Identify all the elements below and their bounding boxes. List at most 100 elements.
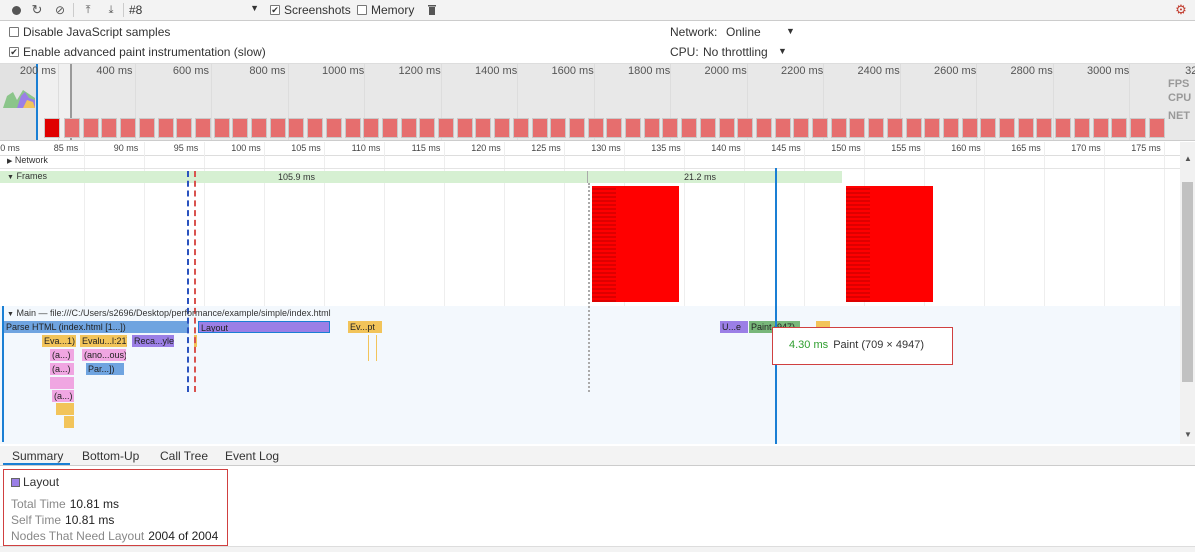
screenshot-thumbnail[interactable] [846,186,933,302]
memory-checkbox[interactable] [357,5,367,15]
evaluate-script-event[interactable]: Eva...1) [42,335,76,347]
advanced-paint-checkbox[interactable]: ✔ [9,47,19,57]
overview-frame-bar[interactable] [812,118,828,138]
screenshots-checkbox[interactable]: ✔ [270,5,280,15]
overview-frame-bar[interactable] [886,118,903,138]
overview-frame-bar[interactable] [718,118,735,138]
overview-frame-bar[interactable] [774,118,791,138]
overview-frame-bar[interactable] [64,118,80,138]
disable-js-checkbox[interactable] [9,27,19,37]
trash-icon[interactable] [425,3,439,17]
function-call-event[interactable] [50,377,74,389]
overview-frame-bar[interactable] [232,118,249,138]
overview-frame-bar[interactable] [1148,118,1165,138]
overview-frame-bar[interactable] [400,118,417,138]
function-call-event[interactable]: (a...) [52,390,74,402]
overview-frame-bar[interactable] [550,118,567,138]
frame-bar[interactable]: 105.9 ms [0,171,588,183]
overview-frame-bar[interactable] [924,118,941,138]
recording-select[interactable]: #8 ▼ [129,3,261,18]
scroll-down-icon[interactable]: ▼ [1184,430,1192,439]
parse-event[interactable]: Par...]) [86,363,124,375]
timeline-overview[interactable]: FPS CPU NET 200 ms 400 ms 600 ms 800 ms 1000… [0,63,1195,141]
overview-frame-bar[interactable] [905,118,922,138]
overview-frame-bar[interactable] [213,118,230,138]
overview-frame-bar[interactable] [830,118,847,138]
overview-frame-bar[interactable] [138,118,155,138]
overview-frame-bar[interactable] [1036,118,1053,138]
overview-frame-bar[interactable] [381,118,398,138]
overview-frame-bar[interactable] [176,118,193,138]
overview-frame-bar[interactable] [1017,118,1034,138]
overview-frame-bar[interactable] [1073,118,1090,138]
overview-frame-bar[interactable] [531,118,548,138]
overview-frame-bar[interactable] [157,118,174,138]
overview-frame-bar[interactable] [1055,118,1072,138]
script-event[interactable] [64,416,74,428]
time-ruler[interactable]: 0 ms 85 ms 90 ms 95 ms 100 ms 105 ms 110 ms 115… [0,142,1180,156]
overview-frame-bar[interactable] [868,118,885,138]
overview-frame-bar[interactable] [438,118,454,138]
overview-frame-bar[interactable] [662,118,679,138]
evaluate-script-event[interactable]: Evalu...l:21) [80,335,127,347]
overview-frame-bar[interactable] [419,118,436,138]
overview-frame-bar[interactable] [587,118,604,138]
cpu-select[interactable]: No throttling ▼ [703,45,793,59]
overview-frame-bar[interactable] [737,118,754,138]
overview-frame-bar[interactable] [699,118,716,138]
scroll-up-icon[interactable]: ▲ [1184,154,1192,163]
overview-frame-bar[interactable] [849,118,866,138]
overview-frame-bar[interactable] [681,118,698,138]
overview-frame-bar[interactable] [942,118,959,138]
download-icon[interactable]: ⤓ [104,3,118,17]
overview-frame-bar[interactable] [1129,118,1146,138]
overview-frame-bar[interactable] [980,118,997,138]
record-icon[interactable] [9,3,23,17]
overview-frame-bar[interactable] [475,118,492,138]
network-track-header[interactable]: ▶ Network [0,155,48,165]
upload-icon[interactable]: ⤒ [81,3,95,17]
overview-frame-bar[interactable] [194,118,211,138]
overview-frame-bar[interactable] [999,118,1015,138]
clear-icon[interactable]: ⊘ [53,3,67,17]
overview-frame-bar[interactable] [307,118,324,138]
tab-call-tree[interactable]: Call Tree [160,449,208,463]
screenshot-thumbnail[interactable] [592,186,679,302]
overview-frame-bar[interactable] [288,118,305,138]
overview-frame-bar[interactable] [643,118,660,138]
overview-frame-bar[interactable] [456,118,473,138]
overview-frame-bar[interactable] [363,118,380,138]
layout-event[interactable]: Layout [198,321,330,333]
tab-bottom-up[interactable]: Bottom-Up [82,449,139,463]
overview-frame-bar[interactable] [325,118,342,138]
script-event[interactable] [376,335,377,361]
overview-frame-bar[interactable] [269,118,286,138]
vertical-scrollbar[interactable]: ▲ ▼ [1180,142,1195,444]
recalculate-style-event[interactable]: Reca...yle [132,335,174,347]
overview-frame-bar[interactable] [512,118,529,138]
overview-frame-bar[interactable] [494,118,511,138]
overview-frame-bar[interactable] [961,118,978,138]
overview-frame-bar[interactable] [44,118,60,138]
overview-frame-bar[interactable] [793,118,810,138]
frame-bar[interactable]: 21.2 ms [588,171,842,183]
overview-frame-bar[interactable] [1092,118,1109,138]
settings-gear-icon[interactable]: ⚙ [1174,2,1188,17]
overview-frame-bar[interactable] [251,118,267,138]
main-track-header[interactable]: ▼ Main — file:///C:/Users/s2696/Desktop/… [0,308,331,318]
script-event[interactable] [56,403,74,415]
overview-frame-bar[interactable] [101,118,118,138]
overview-frame-bar[interactable] [568,118,585,138]
network-select[interactable]: Online ▼ [726,25,796,39]
update-layer-tree-event[interactable]: U...e [720,321,748,333]
overview-frame-bar[interactable] [625,118,641,138]
overview-frame-bar[interactable] [1111,118,1128,138]
overview-frame-bar[interactable] [82,118,99,138]
tab-event-log[interactable]: Event Log [225,449,279,463]
function-call-event[interactable]: (ano...ous) [82,349,126,361]
scrollbar-thumb[interactable] [1182,182,1193,382]
overview-frame-bar[interactable] [344,118,361,138]
parse-html-event[interactable]: Parse HTML (index.html [1...]) [4,321,189,333]
function-call-event[interactable]: (a...) [50,363,74,375]
function-call-event[interactable]: (a...) [50,349,74,361]
